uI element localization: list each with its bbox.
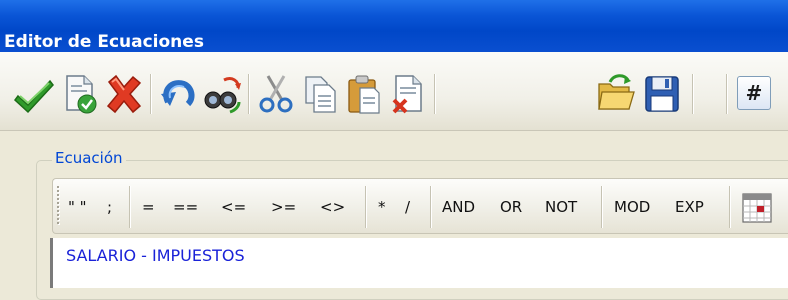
validate-document-icon[interactable] xyxy=(60,72,100,116)
exp-operator-button[interactable]: EXP xyxy=(675,194,704,220)
calendar-icon[interactable] xyxy=(740,190,774,224)
double-equals-operator-button[interactable]: == xyxy=(173,194,198,220)
not-equal-operator-button[interactable]: <> xyxy=(320,194,345,220)
toolbar-separator xyxy=(692,74,693,114)
toolbar-grip[interactable] xyxy=(57,186,60,228)
equals-operator-button[interactable]: = xyxy=(142,194,155,220)
quotes-operator-button[interactable]: " " xyxy=(68,194,87,220)
toolbar-separator xyxy=(726,74,727,114)
open-folder-icon[interactable] xyxy=(596,72,636,116)
mod-operator-button[interactable]: MOD xyxy=(614,194,650,220)
operators-separator xyxy=(365,186,366,228)
search-replace-binoculars-icon[interactable] xyxy=(202,72,242,116)
undo-icon[interactable] xyxy=(158,72,198,116)
greater-equal-operator-button[interactable]: >= xyxy=(271,194,296,220)
not-operator-button[interactable]: NOT xyxy=(545,194,577,220)
equation-group-legend: Ecuación xyxy=(52,148,126,168)
or-operator-button[interactable]: OR xyxy=(500,194,522,220)
toolbar-separator xyxy=(248,74,249,114)
less-equal-operator-button[interactable]: <= xyxy=(221,194,246,220)
insert-field-hash-button[interactable]: # xyxy=(737,76,771,110)
equation-formula-text[interactable]: SALARIO - IMPUESTOS xyxy=(66,246,245,266)
toolbar-separator xyxy=(150,74,151,114)
semicolon-operator-button[interactable]: ; xyxy=(107,194,112,220)
and-operator-button[interactable]: AND xyxy=(442,194,475,220)
cancel-x-icon[interactable] xyxy=(104,72,144,116)
paste-icon[interactable] xyxy=(344,72,384,116)
operators-separator xyxy=(729,186,730,228)
toolbar-separator xyxy=(434,74,435,114)
divide-operator-button[interactable]: / xyxy=(405,194,410,220)
operators-separator xyxy=(430,186,431,228)
copy-icon[interactable] xyxy=(300,72,340,116)
operators-separator xyxy=(601,186,602,228)
delete-document-icon[interactable] xyxy=(388,72,428,116)
save-floppy-icon[interactable] xyxy=(642,72,682,116)
operators-separator xyxy=(129,186,130,228)
cut-scissors-icon[interactable] xyxy=(256,72,296,116)
multiply-operator-button[interactable]: * xyxy=(378,194,386,220)
window-title: Editor de Ecuaciones xyxy=(4,32,204,52)
accept-check-icon[interactable] xyxy=(14,72,54,116)
